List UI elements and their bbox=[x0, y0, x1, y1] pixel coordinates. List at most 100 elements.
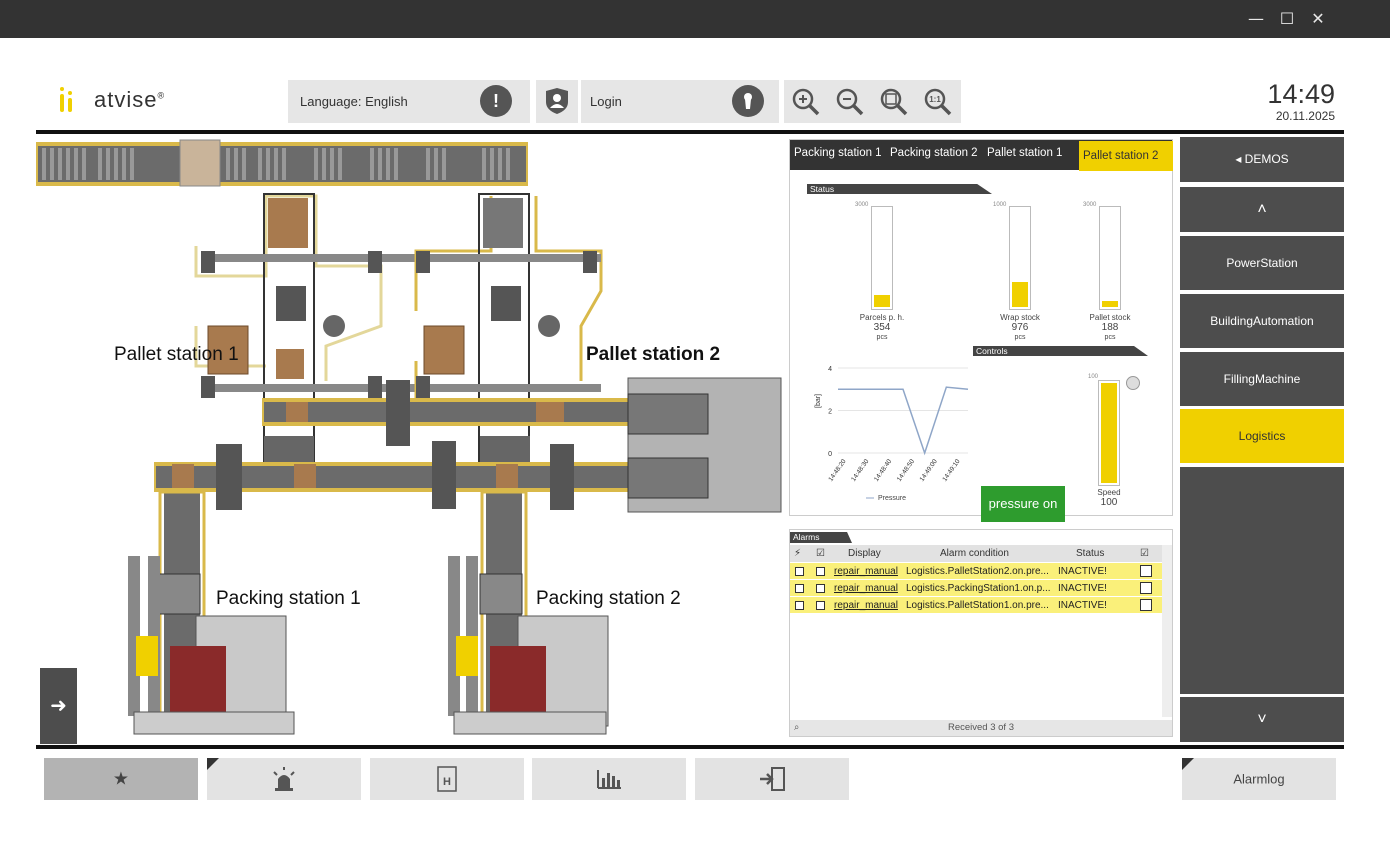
alarm-display-link[interactable]: repair_manual bbox=[834, 583, 898, 594]
pressure-chart: 024 14:48:20 14:48:30 14:48:40 14:48:50 14:4… bbox=[815, 366, 969, 502]
maximize-button[interactable]: ☐ bbox=[1275, 8, 1299, 30]
chart-xtick-label: 14:48:50 bbox=[896, 458, 916, 483]
tank-parcels-fill bbox=[874, 295, 890, 307]
alarm-toggle-icon[interactable] bbox=[795, 584, 804, 593]
alarm-ack-icon[interactable] bbox=[1140, 582, 1152, 594]
tank-wrap-unit: pcs bbox=[1014, 334, 1026, 341]
pallet-station-1-label: Pallet station 1 bbox=[114, 344, 239, 365]
login-button[interactable]: Login bbox=[581, 80, 779, 123]
pressure-on-button[interactable]: pressure on bbox=[981, 486, 1065, 522]
nav-up-button[interactable]: ˄ bbox=[1180, 187, 1344, 232]
zoom-fit-icon[interactable] bbox=[878, 86, 910, 118]
ack-header-icon[interactable]: ☑ bbox=[1140, 548, 1149, 559]
col-display[interactable]: Display bbox=[848, 548, 881, 559]
user-shield-icon bbox=[546, 88, 568, 114]
trend-button[interactable] bbox=[532, 758, 686, 800]
close-button[interactable]: ✕ bbox=[1306, 8, 1330, 30]
conveyor-diagram bbox=[36, 139, 782, 735]
app-root: atvise® Language: English ! Login 1:1 14… bbox=[0, 38, 1390, 864]
alarm-toggle-icon[interactable] bbox=[795, 567, 804, 576]
checkbox-header-icon[interactable]: ☑ bbox=[816, 548, 825, 559]
tab-pallet-station-1[interactable]: Pallet station 1 bbox=[983, 140, 1079, 170]
tab-pallet-station-2[interactable]: Pallet station 2 bbox=[1079, 141, 1173, 171]
tank-pallet-value: 188 bbox=[1101, 322, 1119, 333]
nav-powerstation[interactable]: PowerStation bbox=[1180, 236, 1344, 290]
speed-max: 100 bbox=[1088, 374, 1099, 380]
alarms-scrollbar[interactable] bbox=[1162, 545, 1172, 717]
nav-fillingmachine[interactable]: FillingMachine bbox=[1180, 352, 1344, 406]
tank-wrap-label: Wrap stock bbox=[1000, 313, 1040, 322]
top-conveyor bbox=[36, 139, 528, 187]
nav-down-button[interactable]: ˅ bbox=[1180, 697, 1344, 742]
tank-parcels-value: 354 bbox=[873, 322, 891, 333]
nav-logistics[interactable]: Logistics bbox=[1180, 409, 1344, 463]
alarms-title: Alarms bbox=[790, 532, 852, 543]
alarm-status: INACTIVE! bbox=[1058, 583, 1107, 594]
search-icon[interactable]: ⌕ bbox=[794, 720, 799, 736]
alarms-received-count: Received 3 of 3 bbox=[947, 722, 1014, 733]
alarm-toggle-icon[interactable] bbox=[795, 601, 804, 610]
logo-mark-icon bbox=[58, 85, 76, 115]
station-tabbar: Packing station 1 Packing station 2 Pall… bbox=[790, 140, 1173, 171]
zoom-1to1-icon[interactable]: 1:1 bbox=[922, 86, 954, 118]
packing-station-1 bbox=[128, 490, 295, 735]
exit-arrow-button[interactable]: ➜ bbox=[40, 668, 77, 744]
clock-time: 14:49 bbox=[1267, 79, 1335, 109]
chart-xtick-label: 14:49:10 bbox=[941, 458, 961, 483]
station-panel: Packing station 1 Packing station 2 Pall… bbox=[789, 139, 1173, 522]
minimize-button[interactable]: — bbox=[1244, 8, 1268, 30]
alarm-display-link[interactable]: repair_manual bbox=[834, 566, 898, 577]
nav-buildingautomation[interactable]: BuildingAutomation bbox=[1180, 294, 1344, 348]
process-graphic: Pallet station 1 Pallet station 2 Packin… bbox=[36, 136, 786, 746]
logout-button[interactable] bbox=[695, 758, 849, 800]
alarm-status: INACTIVE! bbox=[1058, 600, 1107, 611]
top-divider bbox=[36, 130, 1344, 134]
tank-wrap-value: 976 bbox=[1011, 322, 1029, 333]
lightning-icon: ⚡ bbox=[794, 548, 802, 559]
language-selector[interactable]: Language: English ! bbox=[288, 80, 530, 123]
tab-packing-station-1[interactable]: Packing station 1 bbox=[790, 140, 886, 170]
atvise-logo: atvise® bbox=[58, 84, 165, 116]
login-label: Login bbox=[590, 94, 622, 109]
alarms-panel: Alarms ⚡ ☑ Display Alarm condition Statu… bbox=[789, 529, 1173, 737]
alarm-ack-icon[interactable] bbox=[1140, 599, 1152, 611]
alarm-row[interactable]: repair_manual Logistics.PackingStation1.… bbox=[790, 580, 1162, 597]
tank-pallet-unit: pcs bbox=[1104, 334, 1116, 341]
nav-empty-slot bbox=[1180, 467, 1344, 694]
tab-packing-station-2[interactable]: Packing station 2 bbox=[886, 140, 984, 170]
alarm-display-link[interactable]: repair_manual bbox=[834, 600, 898, 611]
speed-slider[interactable] bbox=[1098, 380, 1120, 486]
chart-ytick-label: 0 bbox=[828, 451, 832, 458]
alarm-button[interactable] bbox=[207, 758, 361, 800]
speed-slider-handle[interactable] bbox=[1126, 376, 1140, 390]
alarm-row[interactable]: repair_manual Logistics.PalletStation1.o… bbox=[790, 597, 1162, 614]
user-icon-box bbox=[536, 80, 578, 123]
history-document-icon: H bbox=[437, 766, 457, 792]
col-status[interactable]: Status bbox=[1076, 548, 1104, 559]
logo-text: atvise® bbox=[94, 87, 166, 112]
alarm-status: INACTIVE! bbox=[1058, 566, 1107, 577]
chart-xtick-label: 14:48:20 bbox=[827, 458, 847, 483]
star-icon: ★ bbox=[112, 768, 130, 790]
alarms-footer: ⌕ Received 3 of 3 bbox=[790, 720, 1172, 736]
alarm-ack-icon[interactable] bbox=[1140, 565, 1152, 577]
tank-pallet-max: 3000 bbox=[1083, 202, 1097, 208]
language-speech-icon: ! bbox=[480, 85, 512, 117]
chart-ylabel: [bar] bbox=[815, 394, 822, 408]
corner-marker bbox=[207, 758, 219, 770]
alarm-condition: Logistics.PalletStation1.on.pre... bbox=[906, 600, 1049, 611]
language-label: Language: English bbox=[300, 94, 408, 109]
alarm-checkbox[interactable] bbox=[816, 601, 825, 610]
alarm-checkbox[interactable] bbox=[816, 584, 825, 593]
col-condition[interactable]: Alarm condition bbox=[940, 548, 1009, 559]
zoom-out-icon[interactable] bbox=[834, 86, 866, 118]
favorites-button[interactable]: ★ bbox=[44, 758, 198, 800]
alarm-checkbox[interactable] bbox=[816, 567, 825, 576]
zoom-in-icon[interactable] bbox=[790, 86, 822, 118]
alarmlog-button[interactable]: Alarmlog bbox=[1182, 758, 1336, 800]
chart-legend-label: Pressure bbox=[878, 495, 906, 502]
demos-button[interactable]: ◂ DEMOS bbox=[1180, 137, 1344, 182]
alarm-row[interactable]: repair_manual Logistics.PalletStation2.o… bbox=[790, 563, 1162, 580]
history-button[interactable]: H bbox=[370, 758, 524, 800]
alarm-siren-icon bbox=[273, 767, 295, 791]
